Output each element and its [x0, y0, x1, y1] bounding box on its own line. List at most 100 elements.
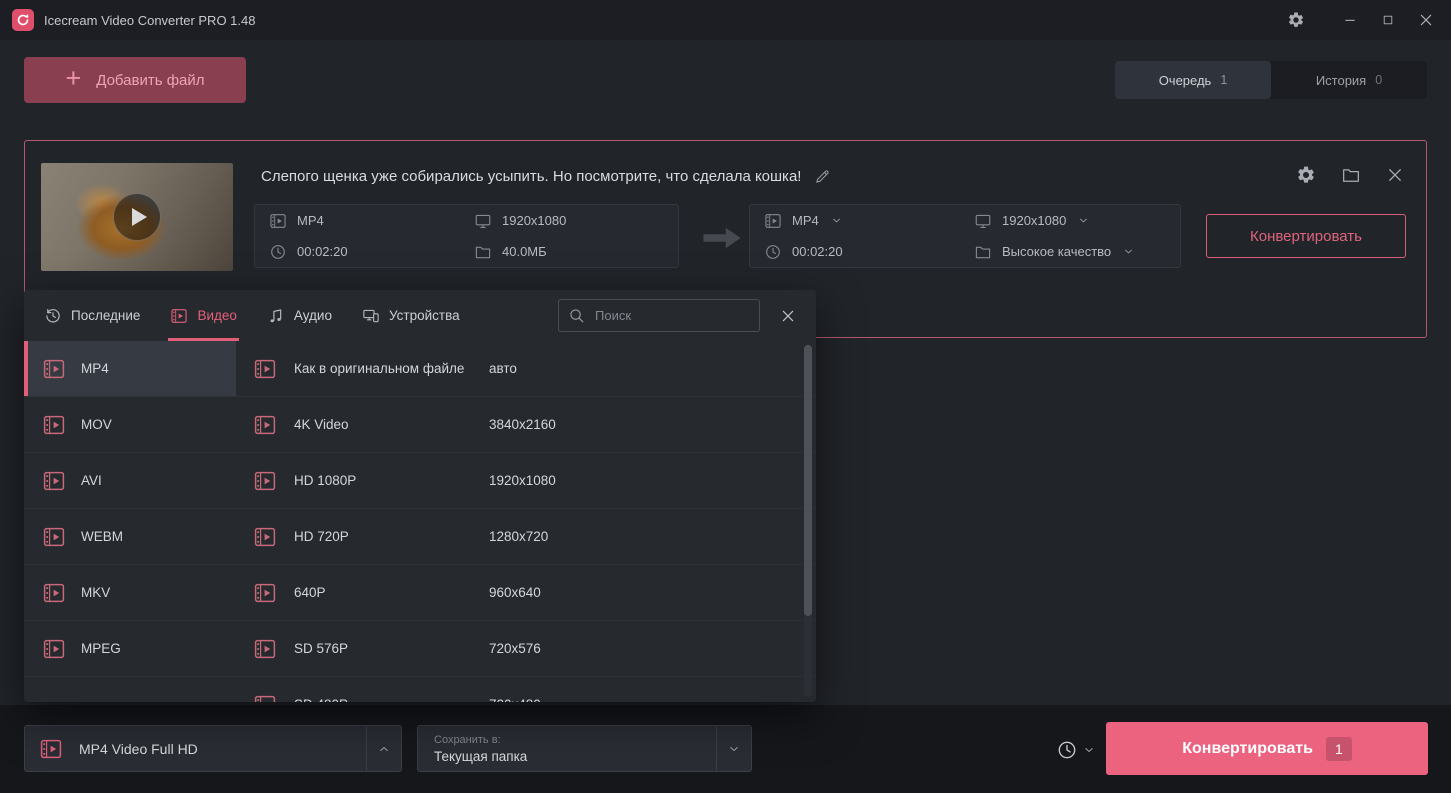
- queue-count-badge: 1: [1220, 73, 1227, 87]
- format-option-mkv[interactable]: MKV: [24, 565, 236, 621]
- film-icon: [253, 693, 277, 703]
- search-box: [558, 299, 760, 332]
- tab-history-label: История: [1316, 73, 1366, 88]
- clock-icon: [269, 243, 287, 261]
- preset-value: авто: [489, 361, 517, 376]
- output-quality-value: Высокое качество: [1002, 244, 1111, 259]
- tab-audio-label: Аудио: [294, 308, 332, 323]
- output-resolution-value: 1920x1080: [1002, 213, 1066, 228]
- settings-gear-icon[interactable]: [1277, 0, 1315, 40]
- file-card-actions: [1296, 165, 1404, 185]
- output-format-select[interactable]: MP4 Video Full HD: [24, 725, 402, 772]
- output-quality-dropdown[interactable]: Высокое качество: [974, 243, 1166, 261]
- add-file-button[interactable]: + Добавить файл: [24, 57, 246, 103]
- save-location-texts: Сохранить в: Текущая папка: [418, 734, 716, 764]
- convert-file-button[interactable]: Конвертировать: [1206, 214, 1406, 258]
- source-size-value: 40.0МБ: [502, 244, 547, 259]
- preset-option-4k[interactable]: 4K Video 3840x2160: [236, 397, 816, 453]
- scrollbar-thumb[interactable]: [804, 345, 812, 616]
- chevron-down-icon: [1078, 215, 1089, 226]
- preset-option-576p[interactable]: SD 576P 720x576: [236, 621, 816, 677]
- popup-body: MP4 MOV AVI WEBM MKV MPEG: [24, 341, 816, 702]
- tab-audio[interactable]: Аудио: [267, 290, 332, 341]
- file-settings-gear-icon[interactable]: [1296, 165, 1316, 185]
- chevron-up-icon: [378, 743, 390, 755]
- popup-scrollbar[interactable]: [804, 345, 812, 697]
- preset-option-720p[interactable]: HD 720P 1280x720: [236, 509, 816, 565]
- clock-icon: [764, 243, 782, 261]
- search-input[interactable]: [558, 299, 760, 332]
- film-icon: [253, 469, 277, 493]
- maximize-button[interactable]: [1369, 0, 1407, 40]
- schedule-timer-control[interactable]: [1056, 739, 1095, 761]
- save-location-select[interactable]: Сохранить в: Текущая папка: [417, 725, 752, 772]
- minimize-button[interactable]: [1331, 0, 1369, 40]
- format-label: MOV: [81, 417, 112, 432]
- chevron-down-icon: [831, 215, 842, 226]
- bottom-bar: MP4 Video Full HD Сохранить в: Текущая п…: [0, 705, 1451, 793]
- history-icon: [44, 307, 62, 325]
- preset-value: 720x480: [489, 697, 541, 702]
- edit-title-icon[interactable]: [814, 168, 831, 185]
- close-button[interactable]: [1407, 0, 1445, 40]
- source-resolution-value: 1920x1080: [502, 213, 566, 228]
- preset-option-480p[interactable]: SD 480P 720x480: [236, 677, 816, 702]
- film-icon: [764, 212, 782, 230]
- app-title: Icecream Video Converter PRO 1.48: [44, 13, 255, 28]
- preset-value: 3840x2160: [489, 417, 556, 432]
- format-option-mov[interactable]: MOV: [24, 397, 236, 453]
- tab-devices[interactable]: Устройства: [362, 290, 460, 341]
- convert-all-button[interactable]: Конвертировать 1: [1106, 722, 1428, 775]
- app-logo-icon: [12, 9, 34, 31]
- remove-file-icon[interactable]: [1386, 166, 1404, 184]
- format-label: AVI: [81, 473, 102, 488]
- preset-name: HD 1080P: [294, 473, 489, 488]
- convert-count-badge: 1: [1326, 737, 1352, 761]
- preset-value: 1920x1080: [489, 473, 556, 488]
- video-thumbnail[interactable]: [41, 163, 233, 271]
- output-format-dropdown[interactable]: MP4: [764, 212, 974, 230]
- preset-list: Как в оригинальном файле авто 4K Video 3…: [236, 341, 816, 702]
- save-select-expand[interactable]: [716, 726, 751, 771]
- save-to-value: Текущая папка: [434, 749, 716, 764]
- tab-history[interactable]: История 0: [1271, 61, 1427, 99]
- tab-video[interactable]: Видео: [170, 290, 236, 341]
- play-icon[interactable]: [113, 193, 161, 241]
- film-icon: [253, 581, 277, 605]
- source-duration: 00:02:20: [269, 243, 474, 261]
- tab-recent[interactable]: Последние: [44, 290, 140, 341]
- history-count-badge: 0: [1375, 73, 1382, 87]
- titlebar: Icecream Video Converter PRO 1.48: [0, 0, 1451, 40]
- search-icon: [568, 307, 585, 324]
- monitor-icon: [474, 212, 492, 230]
- queue-history-tabs: Очередь 1 История 0: [1115, 61, 1427, 99]
- format-label: MP4: [81, 361, 109, 376]
- film-icon: [42, 525, 66, 549]
- popup-close-button[interactable]: [760, 290, 816, 341]
- preset-name: 4K Video: [294, 417, 489, 432]
- open-folder-icon[interactable]: [1341, 165, 1361, 185]
- preset-option-original[interactable]: Как в оригинальном файле авто: [236, 341, 816, 397]
- format-option-avi[interactable]: AVI: [24, 453, 236, 509]
- preset-option-640p[interactable]: 640P 960x640: [236, 565, 816, 621]
- format-option-mpeg[interactable]: MPEG: [24, 621, 236, 677]
- output-resolution-dropdown[interactable]: 1920x1080: [974, 212, 1166, 230]
- format-select-collapse[interactable]: [366, 726, 401, 771]
- music-note-icon: [267, 307, 285, 325]
- tab-devices-label: Устройства: [389, 308, 460, 323]
- preset-name: SD 576P: [294, 641, 489, 656]
- window-controls: [1277, 0, 1445, 40]
- film-icon: [39, 737, 63, 761]
- popup-header: Последние Видео Аудио Устройства: [24, 290, 816, 341]
- timer-icon: [1056, 739, 1078, 761]
- tab-queue-label: Очередь: [1159, 73, 1212, 88]
- arrow-right-icon: [701, 225, 743, 251]
- preset-option-1080p[interactable]: HD 1080P 1920x1080: [236, 453, 816, 509]
- tab-queue[interactable]: Очередь 1: [1115, 61, 1271, 99]
- format-option-webm[interactable]: WEBM: [24, 509, 236, 565]
- close-icon: [780, 308, 796, 324]
- format-option-mp4[interactable]: MP4: [24, 341, 236, 397]
- source-size: 40.0МБ: [474, 243, 664, 261]
- tab-recent-label: Последние: [71, 308, 140, 323]
- file-title-row: Слепого щенка уже собирались усыпить. Но…: [261, 168, 831, 185]
